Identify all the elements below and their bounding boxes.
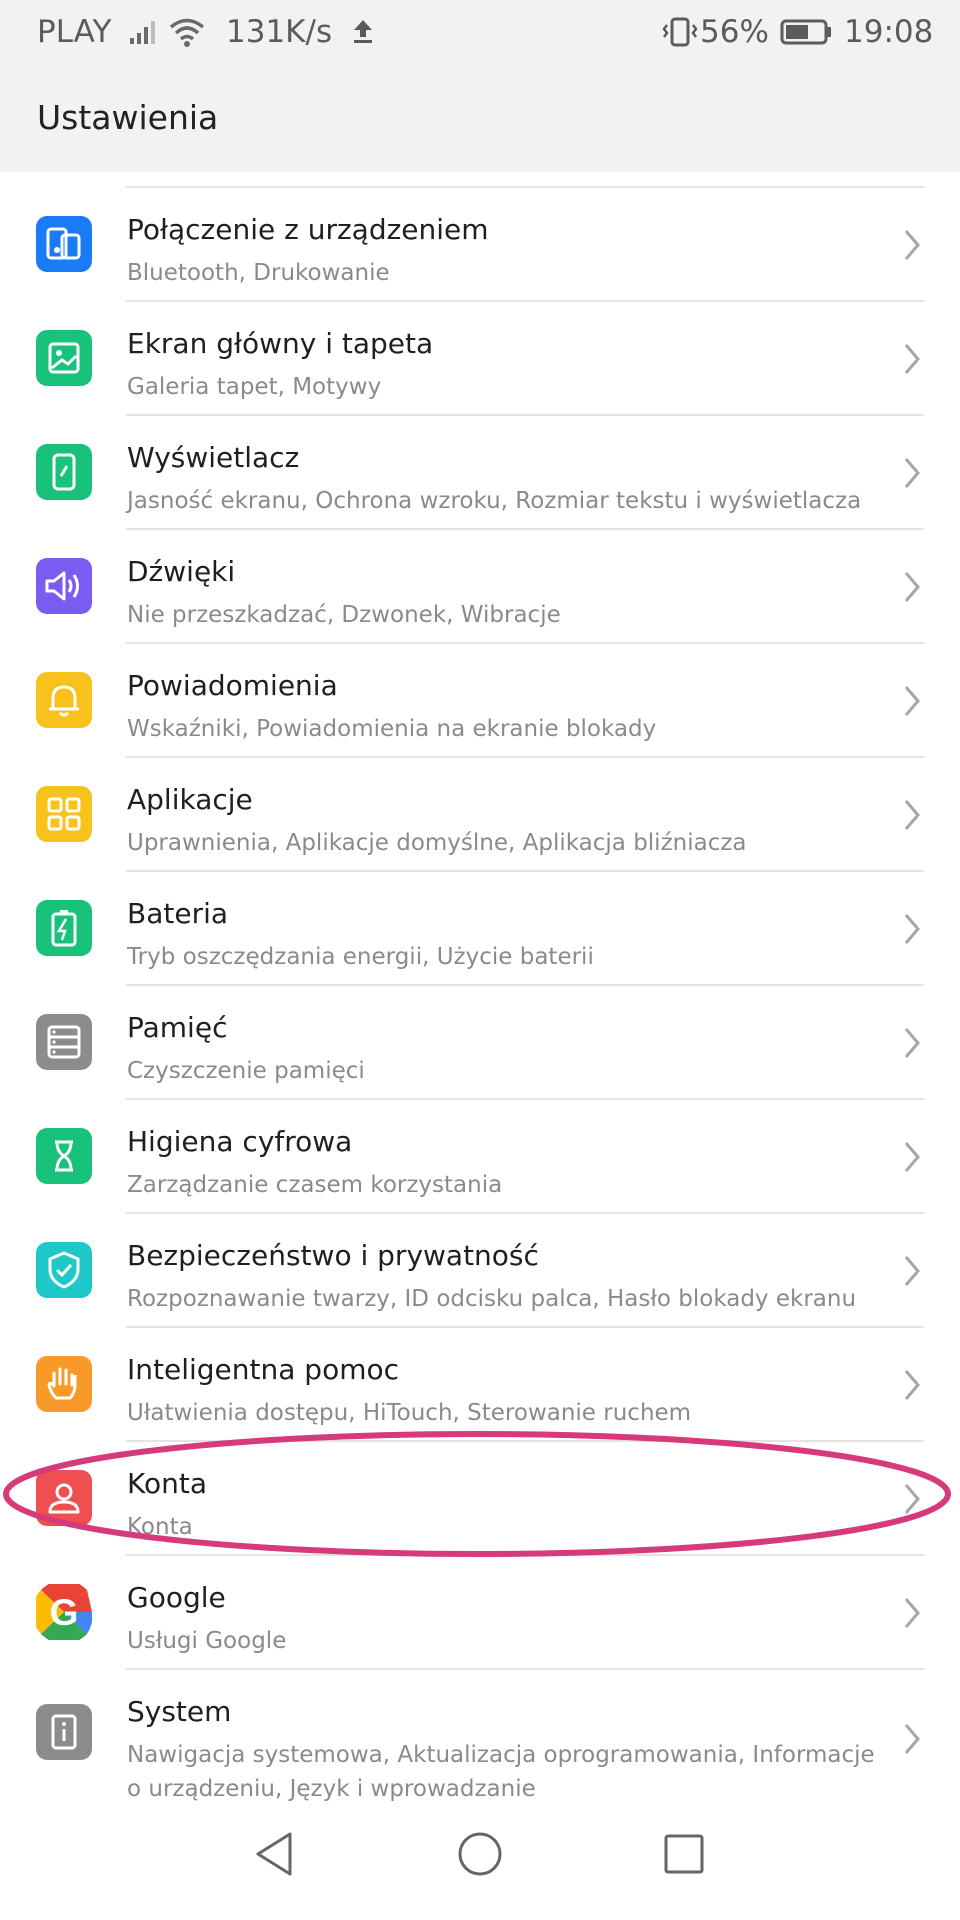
storage-icon <box>36 1014 92 1070</box>
recents-icon[interactable] <box>662 1830 706 1878</box>
settings-item-home-screen[interactable]: Ekran główny i tapeta Galeria tapet, Mot… <box>0 302 960 416</box>
network-speed: 131K/s <box>226 14 333 50</box>
shield-check-icon <box>36 1242 92 1298</box>
battery-charging-icon <box>36 900 92 956</box>
item-subtitle: Tryb oszczędzania energii, Użycie bateri… <box>127 944 594 970</box>
item-subtitle: Galeria tapet, Motywy <box>127 374 382 400</box>
item-subtitle: Nawigacja systemowa, Aktualizacja oprogr… <box>127 1742 875 1802</box>
item-subtitle: Zarządzanie czasem korzystania <box>127 1172 503 1198</box>
hourglass-icon <box>36 1128 92 1184</box>
device-connection-icon <box>36 216 92 272</box>
item-label: Inteligentna pomoc <box>127 1353 400 1386</box>
settings-item-digital-balance[interactable]: Higiena cyfrowa Zarządzanie czasem korzy… <box>0 1100 960 1214</box>
carrier-label: PLAY <box>37 14 112 50</box>
battery-icon <box>780 19 831 45</box>
item-subtitle: Konta <box>127 1514 193 1540</box>
chevron-right-icon <box>904 1598 920 1628</box>
chevron-right-icon <box>904 800 920 830</box>
navigation-bar <box>0 1810 960 1920</box>
chevron-right-icon <box>904 1724 920 1754</box>
item-subtitle: Usługi Google <box>127 1628 287 1654</box>
chevron-right-icon <box>904 1142 920 1172</box>
settings-item-security-privacy[interactable]: Bezpieczeństwo i prywatność Rozpoznawani… <box>0 1214 960 1328</box>
settings-item-system[interactable]: System Nawigacja systemowa, Aktualizacja… <box>0 1670 960 1810</box>
item-label: Wyświetlacz <box>127 441 300 474</box>
item-label: Aplikacje <box>127 783 253 816</box>
chevron-right-icon <box>904 344 920 374</box>
item-label: Bateria <box>127 897 229 930</box>
hand-icon <box>36 1356 92 1412</box>
chevron-right-icon <box>904 230 920 260</box>
status-bar: PLAY 131K/s 56% 19:08 <box>0 0 960 68</box>
google-icon: G <box>36 1584 92 1640</box>
clock: 19:08 <box>844 14 934 50</box>
vibrate-icon <box>662 17 698 47</box>
item-label: Bezpieczeństwo i prywatność <box>127 1239 539 1272</box>
item-label: Połączenie z urządzeniem <box>127 213 489 246</box>
settings-item-accounts[interactable]: Konta Konta <box>0 1442 960 1556</box>
sound-icon <box>36 558 92 614</box>
chevron-right-icon <box>904 1484 920 1514</box>
wifi-icon <box>169 18 205 47</box>
chevron-right-icon <box>904 458 920 488</box>
chevron-right-icon <box>904 1028 920 1058</box>
upload-icon <box>354 20 372 43</box>
wallpaper-icon <box>36 330 92 386</box>
item-subtitle: Jasność ekranu, Ochrona wzroku, Rozmiar … <box>127 488 862 514</box>
settings-item-display[interactable]: Wyświetlacz Jasność ekranu, Ochrona wzro… <box>0 416 960 530</box>
item-label: Powiadomienia <box>127 669 338 702</box>
settings-item-notifications[interactable]: Powiadomienia Wskaźniki, Powiadomienia n… <box>0 644 960 758</box>
svg-text:G: G <box>50 1592 79 1633</box>
item-label: System <box>127 1695 232 1728</box>
chevron-right-icon <box>904 572 920 602</box>
item-label: Ekran główny i tapeta <box>127 327 434 360</box>
item-subtitle: Czyszczenie pamięci <box>127 1058 365 1084</box>
account-icon <box>36 1470 92 1526</box>
item-label: Higiena cyfrowa <box>127 1125 353 1158</box>
chevron-right-icon <box>904 1370 920 1400</box>
settings-item-device-connection[interactable]: Połączenie z urządzeniem Bluetooth, Druk… <box>0 188 960 302</box>
item-subtitle: Nie przeszkadzać, Dzwonek, Wibracje <box>127 602 561 628</box>
app-header: Ustawienia <box>0 68 960 172</box>
signal-icon <box>130 21 155 44</box>
settings-item-smart-assistance[interactable]: Inteligentna pomoc Ułatwienia dostępu, H… <box>0 1328 960 1442</box>
item-subtitle: Ułatwienia dostępu, HiTouch, Sterowanie … <box>127 1400 692 1426</box>
item-label: Dźwięki <box>127 555 236 588</box>
battery-percent: 56% <box>700 14 769 50</box>
settings-item-apps[interactable]: Aplikacje Uprawnienia, Aplikacje domyśln… <box>0 758 960 872</box>
item-subtitle: Uprawnienia, Aplikacje domyślne, Aplikac… <box>127 830 747 856</box>
settings-item-sounds[interactable]: Dźwięki Nie przeszkadzać, Dzwonek, Wibra… <box>0 530 960 644</box>
item-subtitle: Bluetooth, Drukowanie <box>127 260 390 286</box>
item-label: Google <box>127 1581 226 1614</box>
chevron-right-icon <box>904 1256 920 1286</box>
item-label: Pamięć <box>127 1011 228 1044</box>
display-icon <box>36 444 92 500</box>
page-title: Ustawienia <box>37 98 219 137</box>
system-info-icon <box>36 1704 92 1760</box>
chevron-right-icon <box>904 686 920 716</box>
item-subtitle: Wskaźniki, Powiadomienia na ekranie blok… <box>127 716 657 742</box>
item-label: Konta <box>127 1467 207 1500</box>
back-icon[interactable] <box>252 1830 296 1878</box>
bell-icon <box>36 672 92 728</box>
apps-grid-icon <box>36 786 92 842</box>
settings-item-google[interactable]: G Google Usługi Google <box>0 1556 960 1670</box>
settings-item-battery[interactable]: Bateria Tryb oszczędzania energii, Użyci… <box>0 872 960 986</box>
chevron-right-icon <box>904 914 920 944</box>
item-subtitle: Rozpoznawanie twarzy, ID odcisku palca, … <box>127 1286 857 1312</box>
settings-item-storage[interactable]: Pamięć Czyszczenie pamięci <box>0 986 960 1100</box>
home-icon[interactable] <box>457 1830 503 1878</box>
